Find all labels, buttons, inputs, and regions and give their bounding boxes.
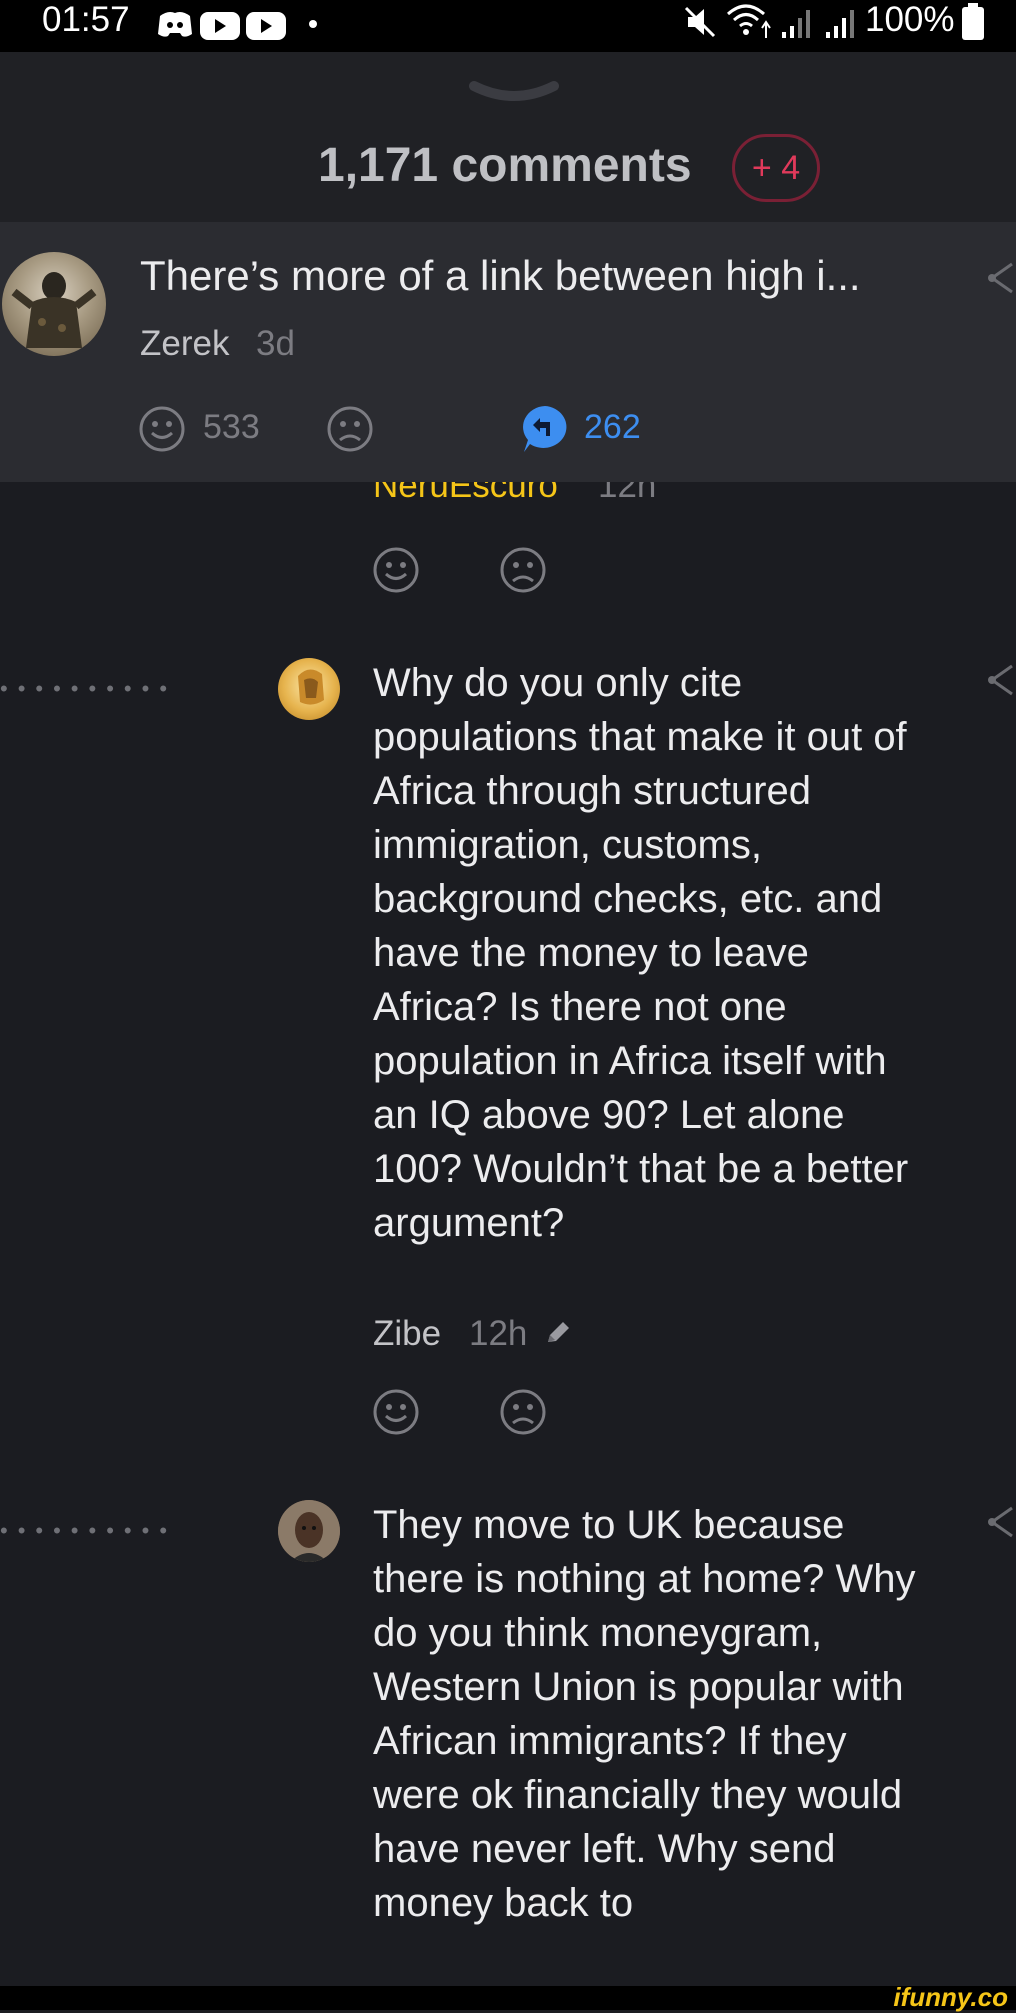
frown-icon[interactable] (499, 546, 547, 594)
new-comments-badge[interactable]: + 4 (732, 134, 820, 202)
battery-percent: 100% (865, 0, 955, 39)
signal-icon (782, 10, 810, 38)
youtube-icon (246, 12, 286, 40)
dot-icon (309, 20, 317, 28)
comments-count: 1,171 comments (318, 139, 692, 192)
smile-icon[interactable] (372, 1388, 420, 1436)
parent-comment-age: 3d (256, 324, 295, 363)
reply-comment-text[interactable]: Why do you only cite populations that ma… (373, 656, 913, 1250)
parent-comment-text[interactable]: There’s more of a link between high i... (140, 252, 861, 300)
avatar[interactable] (278, 1500, 340, 1562)
share-icon[interactable] (986, 660, 1016, 700)
avatar-image (298, 669, 324, 705)
wifi-icon (727, 4, 771, 38)
frown-icon[interactable] (326, 405, 374, 453)
reply-count[interactable]: 262 (584, 408, 641, 447)
edited-pencil-icon (548, 1322, 569, 1342)
reply-author[interactable]: Zibe (373, 1314, 441, 1354)
watermark-bar: ifunny.co (0, 1982, 1016, 2012)
reply-comment-text[interactable]: They move to UK because there is nothing… (373, 1498, 928, 1930)
new-comments-badge-label: + 4 (751, 148, 801, 187)
watermark: ifunny.co (893, 1982, 1008, 2012)
thread-dots: •••••••••• (0, 676, 178, 701)
smile-count: 533 (203, 408, 260, 446)
reply-age: 12h (469, 1314, 528, 1353)
smile-icon[interactable] (372, 546, 420, 594)
reply-icon[interactable] (520, 404, 570, 454)
smile-icon[interactable] (138, 405, 186, 453)
mute-icon (684, 6, 716, 38)
status-time: 01:57 (42, 0, 130, 39)
youtube-icon (200, 12, 240, 40)
signal-icon (826, 10, 854, 38)
avatar[interactable] (2, 252, 106, 356)
status-bar: 01:57 100% (0, 0, 1016, 52)
share-icon[interactable] (986, 1502, 1016, 1542)
notification-icons (158, 12, 286, 40)
avatar[interactable] (278, 658, 340, 720)
avatar-image (11, 272, 97, 348)
share-icon[interactable] (986, 258, 1016, 298)
comments-header: 1,171 comments + 4 (0, 52, 1016, 222)
discord-icon (158, 12, 192, 37)
parent-comment-author[interactable]: Zerek (140, 324, 229, 364)
avatar-image (278, 1500, 340, 1562)
battery-icon (962, 3, 984, 40)
frown-icon[interactable] (499, 1388, 547, 1436)
thread-dots: •••••••••• (0, 1518, 178, 1543)
parent-comment: There’s more of a link between high i...… (0, 222, 1016, 482)
collapse-chevron-icon[interactable] (468, 80, 560, 108)
